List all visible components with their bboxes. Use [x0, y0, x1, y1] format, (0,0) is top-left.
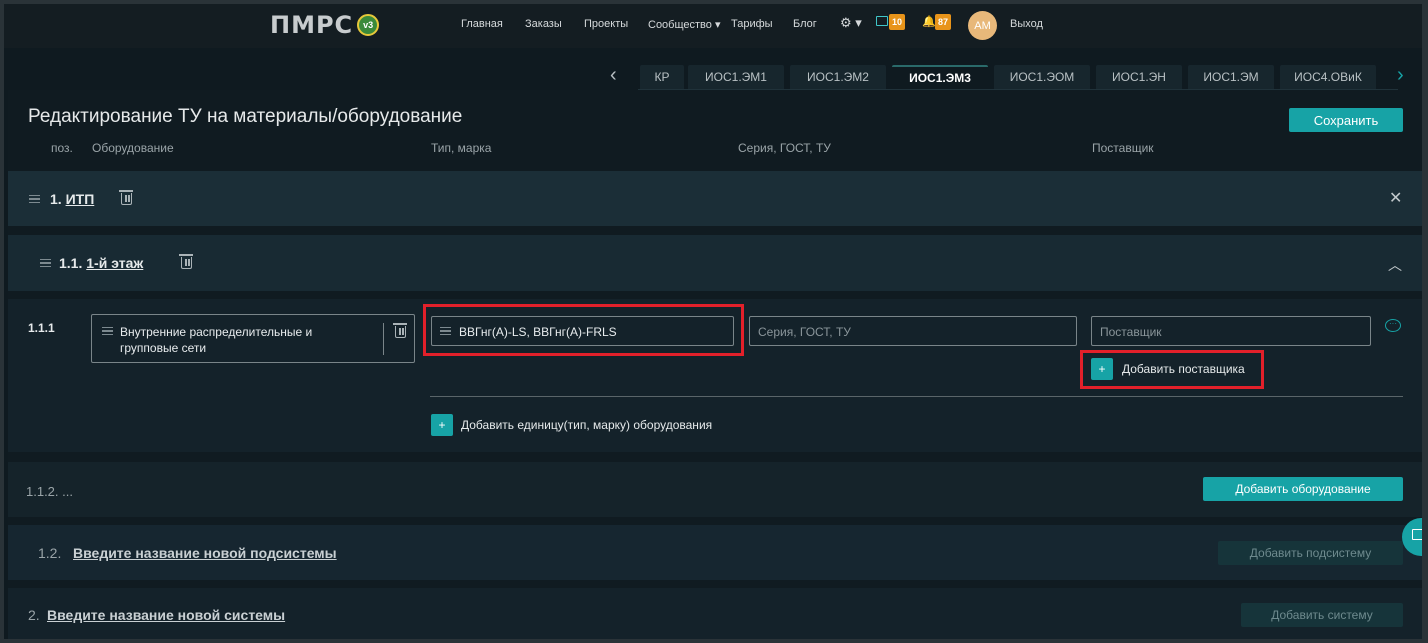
messages-count-badge: 10 — [889, 14, 906, 30]
add-supplier-plus-icon[interactable]: + — [1091, 358, 1113, 380]
equipment-name-field[interactable]: Внутренние распределительные и групповые… — [91, 314, 415, 363]
subsystem-row-1-1: 1.1. 1-й этаж ︿ — [8, 235, 1422, 291]
nav-link-home[interactable]: Главная — [461, 18, 503, 30]
column-header-pos: поз. — [51, 141, 73, 155]
drag-handle-icon[interactable] — [40, 259, 51, 267]
notifications-count-badge: 87 — [935, 14, 952, 30]
add-unit-link[interactable]: Добавить единицу(тип, марку) оборудовани… — [461, 418, 712, 432]
logo[interactable]: ПМРС v3 — [270, 11, 380, 39]
delete-trash-icon[interactable] — [119, 190, 133, 205]
type-mark-value: ВВГнг(A)-LS, ВВГнг(A)-FRLS — [459, 325, 617, 339]
system-name[interactable]: Введите название новой системы — [47, 607, 285, 623]
divider — [383, 323, 384, 355]
nav-link-blog[interactable]: Блог — [793, 18, 817, 30]
drag-handle-icon[interactable] — [440, 327, 451, 335]
subsystem-name[interactable]: 1-й этаж — [86, 255, 143, 271]
logout-link[interactable]: Выход — [1010, 18, 1043, 30]
bell-icon[interactable]: 🔔 — [922, 15, 936, 28]
series-input[interactable]: Серия, ГОСТ, ТУ — [749, 316, 1077, 346]
supplier-input[interactable]: Поставщик — [1091, 316, 1371, 346]
system-name-link[interactable]: Введите название новой системы — [47, 607, 285, 623]
tabs-prev-chevron-icon[interactable]: ‹ — [610, 65, 617, 85]
nav-link-projects[interactable]: Проекты — [584, 18, 628, 30]
subsystem-title[interactable]: 1.1. 1-й этаж — [59, 255, 143, 271]
column-header-type: Тип, марка — [431, 141, 492, 155]
subsystem-row-1-2: 1.2. Введите название новой подсистемы Д… — [8, 525, 1422, 580]
drag-handle-icon[interactable] — [102, 327, 113, 335]
tab-ios1-em2[interactable]: ИОС1.ЭМ2 — [790, 65, 886, 89]
subsystem-number: 1.2. — [38, 545, 62, 561]
add-equipment-button[interactable]: Добавить оборудование — [1203, 477, 1403, 501]
subsystem-number: 1.1. — [59, 255, 83, 271]
app-window: ПМРС v3 Главная Заказы Проекты Сообществ… — [0, 0, 1428, 643]
chevron-up-icon[interactable]: ︿ — [1388, 255, 1402, 275]
avatar[interactable]: АМ — [968, 11, 997, 40]
series-placeholder: Серия, ГОСТ, ТУ — [758, 325, 851, 339]
nav-link-community[interactable]: Сообщество ▾ — [648, 18, 720, 31]
add-system-button[interactable]: Добавить систему — [1241, 603, 1403, 627]
drag-handle-icon[interactable] — [29, 195, 40, 203]
messages-icon[interactable] — [876, 16, 888, 26]
nav-link-orders[interactable]: Заказы — [525, 18, 562, 30]
subsystem-name[interactable]: Введите название новой подсистемы — [73, 545, 337, 561]
delete-trash-icon[interactable] — [393, 323, 407, 338]
tab-ios4-ovik[interactable]: ИОС4.ОВиК — [1280, 65, 1376, 89]
tab-ios1-em1[interactable]: ИОС1.ЭМ1 — [688, 65, 784, 89]
system-name[interactable]: ИТП — [66, 191, 95, 207]
system-row-2: 2. Введите название новой системы Добави… — [8, 588, 1422, 639]
settings-gear-icon[interactable]: ⚙ ▾ — [840, 15, 862, 31]
logo-text: ПМРС — [270, 11, 354, 39]
equipment-name-text: Внутренние распределительные и групповые… — [120, 325, 313, 355]
column-header-series: Серия, ГОСТ, ТУ — [738, 141, 831, 155]
row-placeholder-label: 1.1.2. ... — [26, 484, 73, 499]
tabs-next-chevron-icon[interactable]: › — [1397, 65, 1404, 85]
system-row-1: 1. ИТП ✕ — [8, 171, 1422, 226]
tab-ios1-eom[interactable]: ИОС1.ЭОМ — [994, 65, 1090, 89]
tab-ios1-em[interactable]: ИОС1.ЭМ — [1188, 65, 1274, 89]
equipment-row-1-1-2: 1.1.2. ... Добавить оборудование — [8, 462, 1422, 517]
column-header-supplier: Поставщик — [1092, 141, 1154, 155]
equipment-position: 1.1.1 — [28, 321, 55, 335]
system-number: 2. — [28, 607, 40, 623]
system-title[interactable]: 1. ИТП — [50, 191, 94, 207]
add-supplier-link[interactable]: Добавить поставщика — [1122, 362, 1245, 376]
tab-ios1-em3[interactable]: ИОС1.ЭМ3 — [892, 65, 988, 89]
tabs-bar: ‹ КР ИОС1.ЭМ1 ИОС1.ЭМ2 ИОС1.ЭМ3 ИОС1.ЭОМ… — [4, 48, 1422, 90]
folder-add-icon — [1412, 529, 1422, 540]
save-button[interactable]: Сохранить — [1289, 108, 1403, 132]
system-number: 1. — [50, 191, 62, 207]
add-unit-plus-icon[interactable]: + — [431, 414, 453, 436]
divider — [430, 396, 1403, 397]
subsystem-name-link[interactable]: Введите название новой подсистемы — [73, 545, 337, 561]
equipment-block: 1.1.1 Внутренние распределительные и гру… — [8, 299, 1422, 452]
version-badge: v3 — [357, 14, 380, 36]
column-header-equipment: Оборудование — [92, 141, 174, 155]
page-title: Редактирование ТУ на материалы/оборудова… — [28, 106, 463, 127]
delete-trash-icon[interactable] — [179, 254, 193, 269]
tab-kr[interactable]: КР — [640, 65, 684, 89]
collapse-all-icon[interactable]: ✕ — [1389, 188, 1402, 208]
nav-link-tariffs[interactable]: Тарифы — [731, 18, 773, 30]
comment-icon[interactable]: ··· — [1385, 319, 1401, 332]
supplier-placeholder: Поставщик — [1100, 325, 1162, 339]
add-subsystem-button[interactable]: Добавить подсистему — [1218, 541, 1403, 565]
top-navigation: ПМРС v3 Главная Заказы Проекты Сообществ… — [4, 4, 1422, 48]
tab-ios1-en[interactable]: ИОС1.ЭН — [1096, 65, 1182, 89]
type-mark-input[interactable]: ВВГнг(A)-LS, ВВГнг(A)-FRLS — [431, 316, 734, 346]
